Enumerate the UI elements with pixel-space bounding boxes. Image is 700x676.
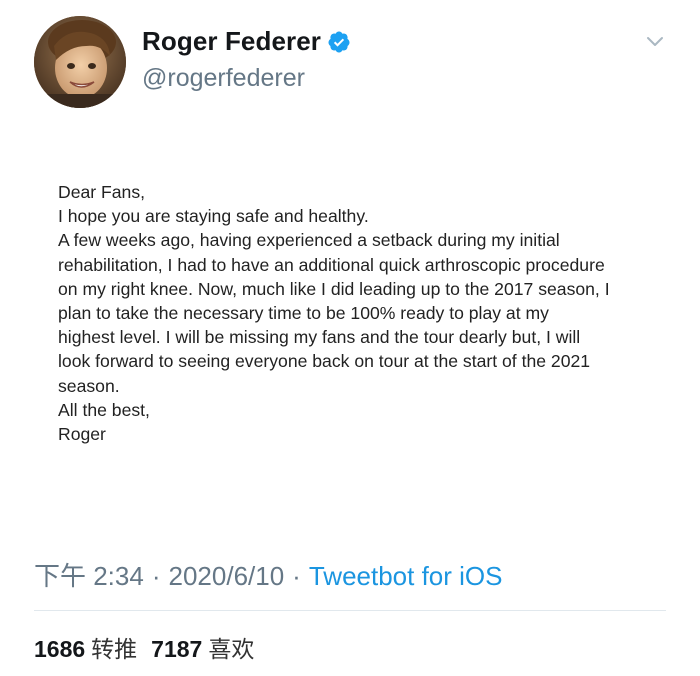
handle[interactable]: @rogerfederer bbox=[142, 64, 305, 93]
likes-label: 喜欢 bbox=[208, 636, 255, 662]
retweets-label: 转推 bbox=[91, 636, 138, 662]
letter-line: I hope you are staying safe and healthy. bbox=[58, 206, 369, 227]
display-name[interactable]: Roger Federer bbox=[142, 26, 321, 57]
source-link[interactable]: Tweetbot for iOS bbox=[309, 561, 503, 592]
letter-line: All the best, bbox=[58, 399, 150, 420]
retweets-stat[interactable]: 1686 转推 bbox=[34, 630, 137, 664]
letter-line: season. bbox=[58, 375, 120, 396]
tweet-image-letter[interactable]: Dear Fans, I hope you are staying safe a… bbox=[58, 180, 658, 446]
avatar-image bbox=[34, 16, 126, 108]
letter-line: highest level. I will be missing my fans… bbox=[58, 327, 581, 348]
tweet-meta: 下午 2:34 · 2020/6/10 · Tweetbot for iOS bbox=[34, 556, 503, 593]
retweets-count: 1686 bbox=[34, 636, 86, 662]
chevron-down-icon[interactable] bbox=[646, 34, 664, 48]
tweet-date[interactable]: 2020/6/10 bbox=[169, 561, 285, 592]
letter-line: plan to take the necessary time to be 10… bbox=[58, 303, 549, 324]
tweet-stats: 1686 转推 7187 喜欢 bbox=[34, 630, 268, 664]
letter-line: rehabilitation, I had to have an additio… bbox=[58, 254, 605, 275]
likes-count: 7187 bbox=[151, 636, 203, 662]
letter-line: A few weeks ago, having experienced a se… bbox=[58, 230, 560, 251]
tweet-header: Roger Federer @rogerfederer bbox=[34, 16, 674, 108]
avatar[interactable] bbox=[34, 16, 126, 108]
letter-line: look forward to seeing everyone back on … bbox=[58, 351, 591, 372]
letter-line: Roger bbox=[58, 424, 106, 445]
meta-separator: · bbox=[292, 561, 301, 591]
divider bbox=[34, 610, 666, 611]
meta-separator: · bbox=[151, 561, 161, 591]
verified-badge-icon bbox=[328, 31, 350, 52]
letter-line: Dear Fans, bbox=[58, 182, 146, 202]
tweet-time[interactable]: 下午 2:34 bbox=[34, 556, 144, 593]
letter-line: on my right knee. Now, much like I did l… bbox=[58, 278, 610, 299]
name-row: Roger Federer bbox=[142, 26, 351, 57]
likes-stat[interactable]: 7187 喜欢 bbox=[151, 630, 254, 664]
